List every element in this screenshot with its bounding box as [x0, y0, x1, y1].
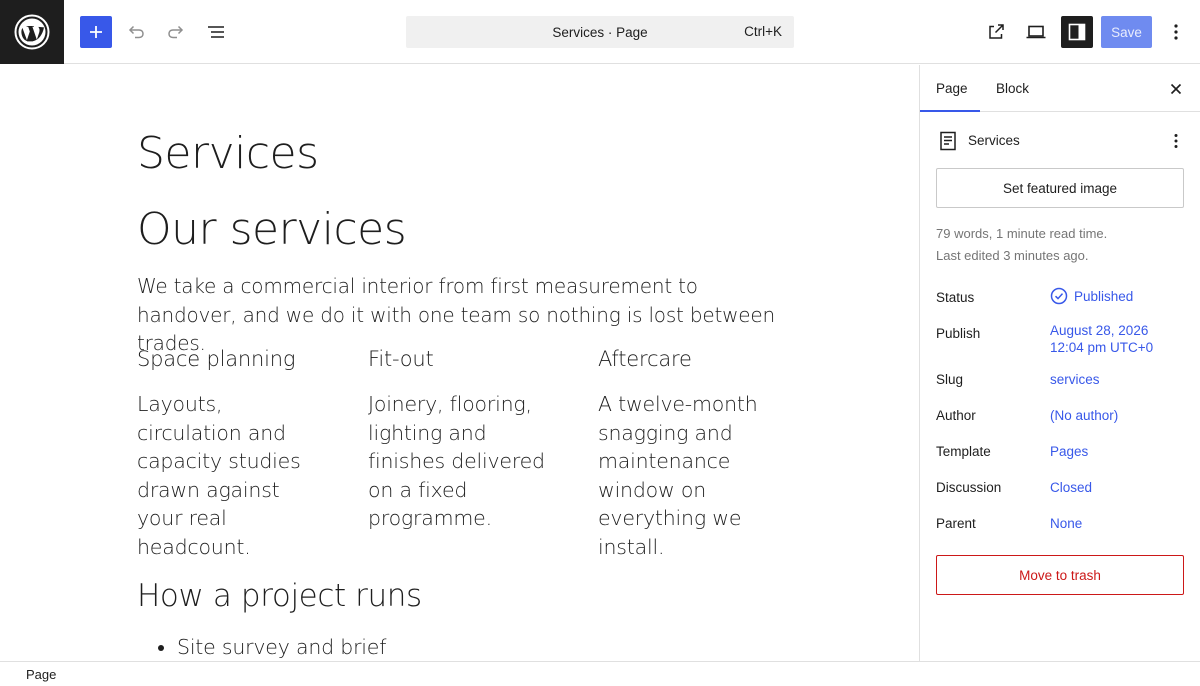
close-sidebar-button[interactable] [1160, 73, 1192, 105]
breadcrumb[interactable]: Page [26, 667, 56, 682]
column-heading[interactable]: Space planning [137, 345, 327, 373]
published-check-icon [1050, 287, 1068, 305]
document-card-title: Services [968, 133, 1020, 148]
sidebar-tabs: Page Block [920, 65, 1200, 112]
column-block[interactable]: Aftercare A twelve-month snagging and ma… [598, 345, 788, 562]
page-icon [940, 131, 956, 151]
set-featured-image-button[interactable]: Set featured image [936, 168, 1184, 208]
slug-label: Slug [936, 372, 964, 387]
status-label: Status [936, 290, 975, 305]
more-vertical-icon [1174, 134, 1178, 148]
list-view-icon [208, 26, 224, 38]
list-block[interactable]: Site survey and brief [177, 633, 386, 661]
tab-page[interactable]: Page [936, 65, 968, 112]
heading-block[interactable]: How a project runs [137, 577, 422, 615]
parent-value[interactable]: None [1050, 516, 1082, 531]
wordpress-logo-icon[interactable] [0, 0, 64, 64]
settings-sidebar: Page Block Services Set featured image 7… [920, 65, 1200, 661]
publish-date: August 28, 2026 [1050, 323, 1149, 338]
column-heading[interactable]: Aftercare [598, 345, 788, 373]
editor-canvas[interactable]: Services Our services We take a commerci… [0, 65, 919, 661]
discussion-label: Discussion [936, 480, 1002, 495]
view-page-button[interactable] [980, 16, 1012, 48]
add-block-button[interactable] [80, 16, 112, 48]
command-shortcut: Ctrl+K [744, 24, 782, 39]
parent-label: Parent [936, 516, 976, 531]
author-value[interactable]: (No author) [1050, 408, 1118, 423]
save-button[interactable]: Save [1101, 16, 1152, 48]
author-label: Author [936, 408, 976, 423]
undo-icon [128, 25, 144, 39]
heading-block[interactable]: Our services [137, 204, 407, 256]
template-label: Template [936, 444, 991, 459]
settings-toggle-button[interactable] [1061, 16, 1093, 48]
external-link-icon [989, 24, 1004, 39]
column-block[interactable]: Fit-out Joinery, flooring, lighting and … [368, 345, 558, 533]
block-breadcrumb-bar: Page [0, 661, 1200, 686]
active-tab-indicator [920, 110, 980, 112]
list-item[interactable]: Site survey and brief [177, 633, 386, 661]
discussion-value[interactable]: Closed [1050, 480, 1092, 495]
more-vertical-icon [1174, 24, 1178, 40]
column-paragraph[interactable]: Layouts, circulation and capacity studie… [137, 390, 327, 562]
page-title[interactable]: Services [137, 128, 319, 180]
close-icon [1170, 83, 1182, 95]
publish-label: Publish [936, 326, 981, 341]
sidebar-settings-icon [1068, 23, 1086, 41]
document-card: Services [936, 129, 1188, 153]
redo-icon [168, 25, 184, 39]
word-count: 79 words, 1 minute read time. [936, 226, 1108, 241]
last-edited: Last edited 3 minutes ago. [936, 248, 1089, 263]
move-to-trash-button[interactable]: Move to trash [936, 555, 1184, 595]
editor-toolbar: Services · Page Ctrl+K Save [0, 0, 1200, 64]
plus-icon [90, 26, 102, 38]
document-title: Services · Page [552, 24, 648, 40]
document-actions-button[interactable] [1164, 129, 1188, 153]
column-heading[interactable]: Fit-out [368, 345, 558, 373]
undo-button[interactable] [120, 16, 152, 48]
redo-button[interactable] [160, 16, 192, 48]
column-paragraph[interactable]: A twelve-month snagging and maintenance … [598, 390, 788, 562]
column-block[interactable]: Space planning Layouts, circulation and … [137, 345, 327, 562]
desktop-preview-icon [1026, 25, 1046, 39]
publish-date-value[interactable]: August 28, 2026 12:04 pm UTC+0 [1050, 322, 1153, 356]
preview-device-button[interactable] [1020, 16, 1052, 48]
tab-block[interactable]: Block [996, 65, 1029, 112]
publish-time: 12:04 pm UTC+0 [1050, 340, 1154, 355]
column-paragraph[interactable]: Joinery, flooring, lighting and finishes… [368, 390, 558, 533]
options-button[interactable] [1160, 16, 1192, 48]
status-value[interactable]: Published [1050, 287, 1133, 305]
status-text: Published [1074, 288, 1134, 304]
slug-value[interactable]: services [1050, 372, 1100, 387]
command-palette-bar[interactable]: Services · Page Ctrl+K [406, 16, 794, 48]
list-view-button[interactable] [200, 16, 232, 48]
template-value[interactable]: Pages [1050, 444, 1088, 459]
